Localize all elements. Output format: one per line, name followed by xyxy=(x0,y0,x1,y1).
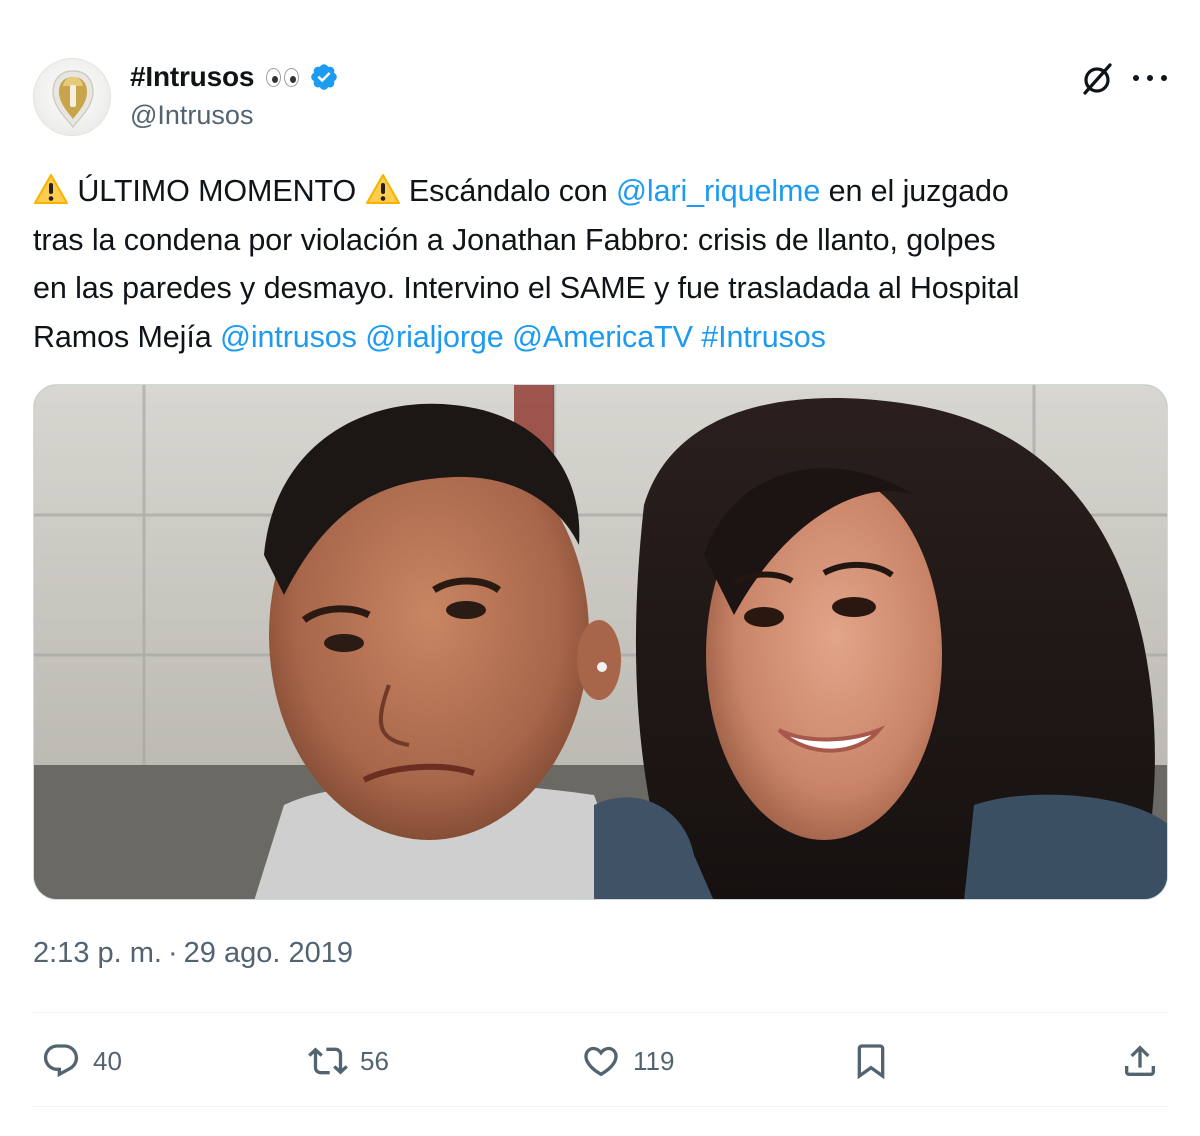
bookmark-icon xyxy=(857,1044,885,1080)
divider xyxy=(33,1012,1168,1013)
mention-link[interactable]: @lari_riquelme xyxy=(616,174,820,208)
verified-badge-icon[interactable] xyxy=(309,62,339,92)
tweet-card: #Intrusos @Intrusos ÚLTIMO MOMENTO Escán… xyxy=(0,0,1200,1136)
tweet-text-segment: Ramos Mejía xyxy=(33,319,220,354)
avatar[interactable] xyxy=(33,58,111,136)
tweet-text-segment xyxy=(504,320,512,354)
tweet-timestamp[interactable]: 2:13 p. m. · 29 ago. 2019 xyxy=(33,937,353,970)
heart-icon xyxy=(584,1046,618,1077)
tweet-photo[interactable] xyxy=(33,384,1168,900)
eyes-icon xyxy=(266,67,300,87)
retweet-button[interactable]: 56 xyxy=(308,1036,389,1086)
tweet-text-segment: tras la condena por violación a Jonathan… xyxy=(33,222,996,257)
mention-link[interactable]: @rialjorge xyxy=(365,320,504,354)
timestamp-date: 29 ago. 2019 xyxy=(183,937,353,969)
more-icon[interactable] xyxy=(1133,73,1167,83)
mention-link[interactable]: @intrusos xyxy=(220,320,357,354)
author-name-row: #Intrusos xyxy=(130,58,339,96)
tweet-text-segment xyxy=(693,320,701,354)
intrusos-logo-icon xyxy=(52,70,94,129)
mention-link[interactable]: @AmericaTV xyxy=(512,320,693,354)
like-button[interactable]: 119 xyxy=(581,1036,674,1086)
tweet-text-segment xyxy=(357,320,365,354)
display-name[interactable]: #Intrusos xyxy=(130,61,254,93)
warning-icon xyxy=(365,174,400,204)
timestamp-separator: · xyxy=(167,937,178,969)
divider xyxy=(33,1106,1168,1107)
reply-button[interactable]: 40 xyxy=(41,1036,122,1086)
bookmark-button[interactable] xyxy=(851,1036,891,1086)
retweet-count: 56 xyxy=(360,1045,389,1076)
tweet-text-segment: ÚLTIMO MOMENTO xyxy=(69,174,365,208)
reply-icon xyxy=(43,1044,79,1078)
warning-icon xyxy=(34,174,68,204)
timestamp-time: 2:13 p. m. xyxy=(33,937,162,969)
tweet-text-segment: en el juzgado xyxy=(820,174,1009,208)
tweet-text-segment: Escándalo con xyxy=(400,174,617,208)
tweet-text-line: ÚLTIMO MOMENTO Escándalo con @lari_rique… xyxy=(33,167,1173,216)
tweet-text-line: en las paredes y desmayo. Intervino el S… xyxy=(33,264,1173,313)
share-icon xyxy=(1125,1045,1155,1076)
hashtag-link[interactable]: #Intrusos xyxy=(701,320,826,354)
grok-icon[interactable] xyxy=(1078,60,1116,98)
tweet-text-line: tras la condena por violación a Jonathan… xyxy=(33,216,1173,265)
reply-count: 40 xyxy=(93,1045,122,1076)
tweet-text-segment: en las paredes y desmayo. Intervino el S… xyxy=(33,271,1020,305)
tweet-text: ÚLTIMO MOMENTO Escándalo con @lari_rique… xyxy=(33,167,1173,361)
retweet-icon xyxy=(308,1047,348,1075)
tweet-text-line: Ramos Mejía @intrusos @rialjorge @Americ… xyxy=(33,313,1173,362)
like-count: 119 xyxy=(633,1045,675,1076)
photo-image xyxy=(34,385,1167,899)
author-handle[interactable]: @Intrusos xyxy=(130,100,253,131)
share-button[interactable] xyxy=(1120,1036,1160,1086)
action-bar: 40 56 119 xyxy=(33,1036,1168,1086)
